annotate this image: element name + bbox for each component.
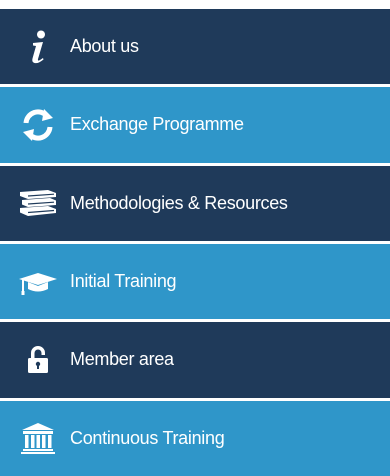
menu-item-member-area[interactable]: Member area — [0, 322, 390, 398]
menu-item-label: About us — [70, 36, 139, 57]
info-icon — [16, 27, 60, 67]
side-menu: About us Exchange Programme Methodologie — [0, 0, 390, 476]
institution-icon — [16, 418, 60, 458]
padlock-icon — [16, 340, 60, 380]
exchange-arrows-icon — [16, 105, 60, 145]
graduation-cap-icon — [16, 262, 60, 302]
menu-item-label: Methodologies & Resources — [70, 192, 288, 213]
menu-item-continuous-training[interactable]: Continuous Training — [0, 400, 390, 476]
menu-item-methodologies-resources[interactable]: Methodologies & Resources — [0, 165, 390, 241]
menu-item-exchange-programme[interactable]: Exchange Programme — [0, 87, 390, 163]
menu-item-label: Continuous Training — [70, 427, 225, 448]
menu-item-label: Member area — [70, 349, 174, 370]
menu-item-about-us[interactable]: About us — [0, 9, 390, 85]
menu-item-label: Exchange Programme — [70, 114, 244, 135]
menu-item-initial-training[interactable]: Initial Training — [0, 243, 390, 320]
menu-item-label: Initial Training — [70, 271, 177, 292]
books-icon — [16, 183, 60, 223]
